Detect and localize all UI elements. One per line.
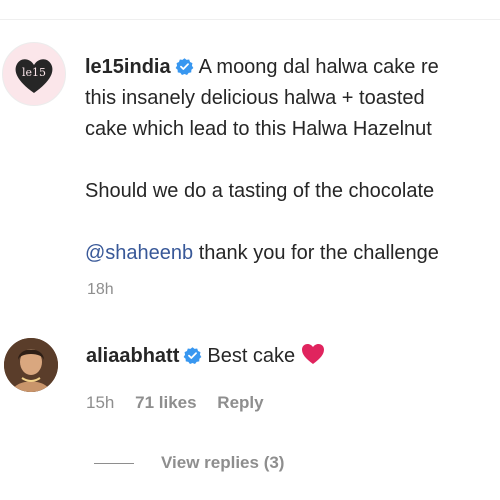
caption-line-1: le15india A moong dal halwa cake re [85,52,500,83]
comment-text: Best cake [207,345,296,367]
red-heart-icon [302,344,325,364]
post-username[interactable]: le15india [85,56,171,78]
top-divider [0,19,500,20]
comment-meta: 15h 71 likes Reply [86,393,280,413]
verified-badge-icon [183,347,202,364]
mention-link[interactable]: @shaheenb [85,242,193,264]
caption-line-4: Should we do a tasting of the chocolate [85,180,435,202]
post-caption: le15india A moong dal halwa cake re this … [85,52,500,269]
post-timestamp: 18h [87,281,114,298]
caption-text-1: A moong dal halwa cake re [198,56,439,78]
caption-line-5: @shaheenb thank you for the challenge [85,238,500,269]
aliaabhatt-avatar[interactable] [4,338,58,392]
profile-photo-icon [4,338,58,392]
comment-likes[interactable]: 71 likes [135,393,196,412]
caption-line-3: cake which lead to this Halwa Hazelnut [85,118,432,140]
view-replies-divider [94,463,134,464]
verified-badge-icon [175,58,193,75]
view-replies-button[interactable]: View replies (3) [161,453,284,473]
comment-username[interactable]: aliaabhatt [86,345,179,367]
brand-logo-icon: le15 [15,59,53,93]
reply-button[interactable]: Reply [217,393,263,412]
comment-row: aliaabhatt Best cake [86,343,325,368]
caption-line-2: this insanely delicious halwa + toasted [85,87,425,109]
comment-timestamp: 15h [86,393,115,412]
mention-text: thank you for the challenge [193,242,439,264]
avatar-logo-text: le15 [22,66,46,79]
le15india-avatar[interactable]: le15 [2,42,66,106]
